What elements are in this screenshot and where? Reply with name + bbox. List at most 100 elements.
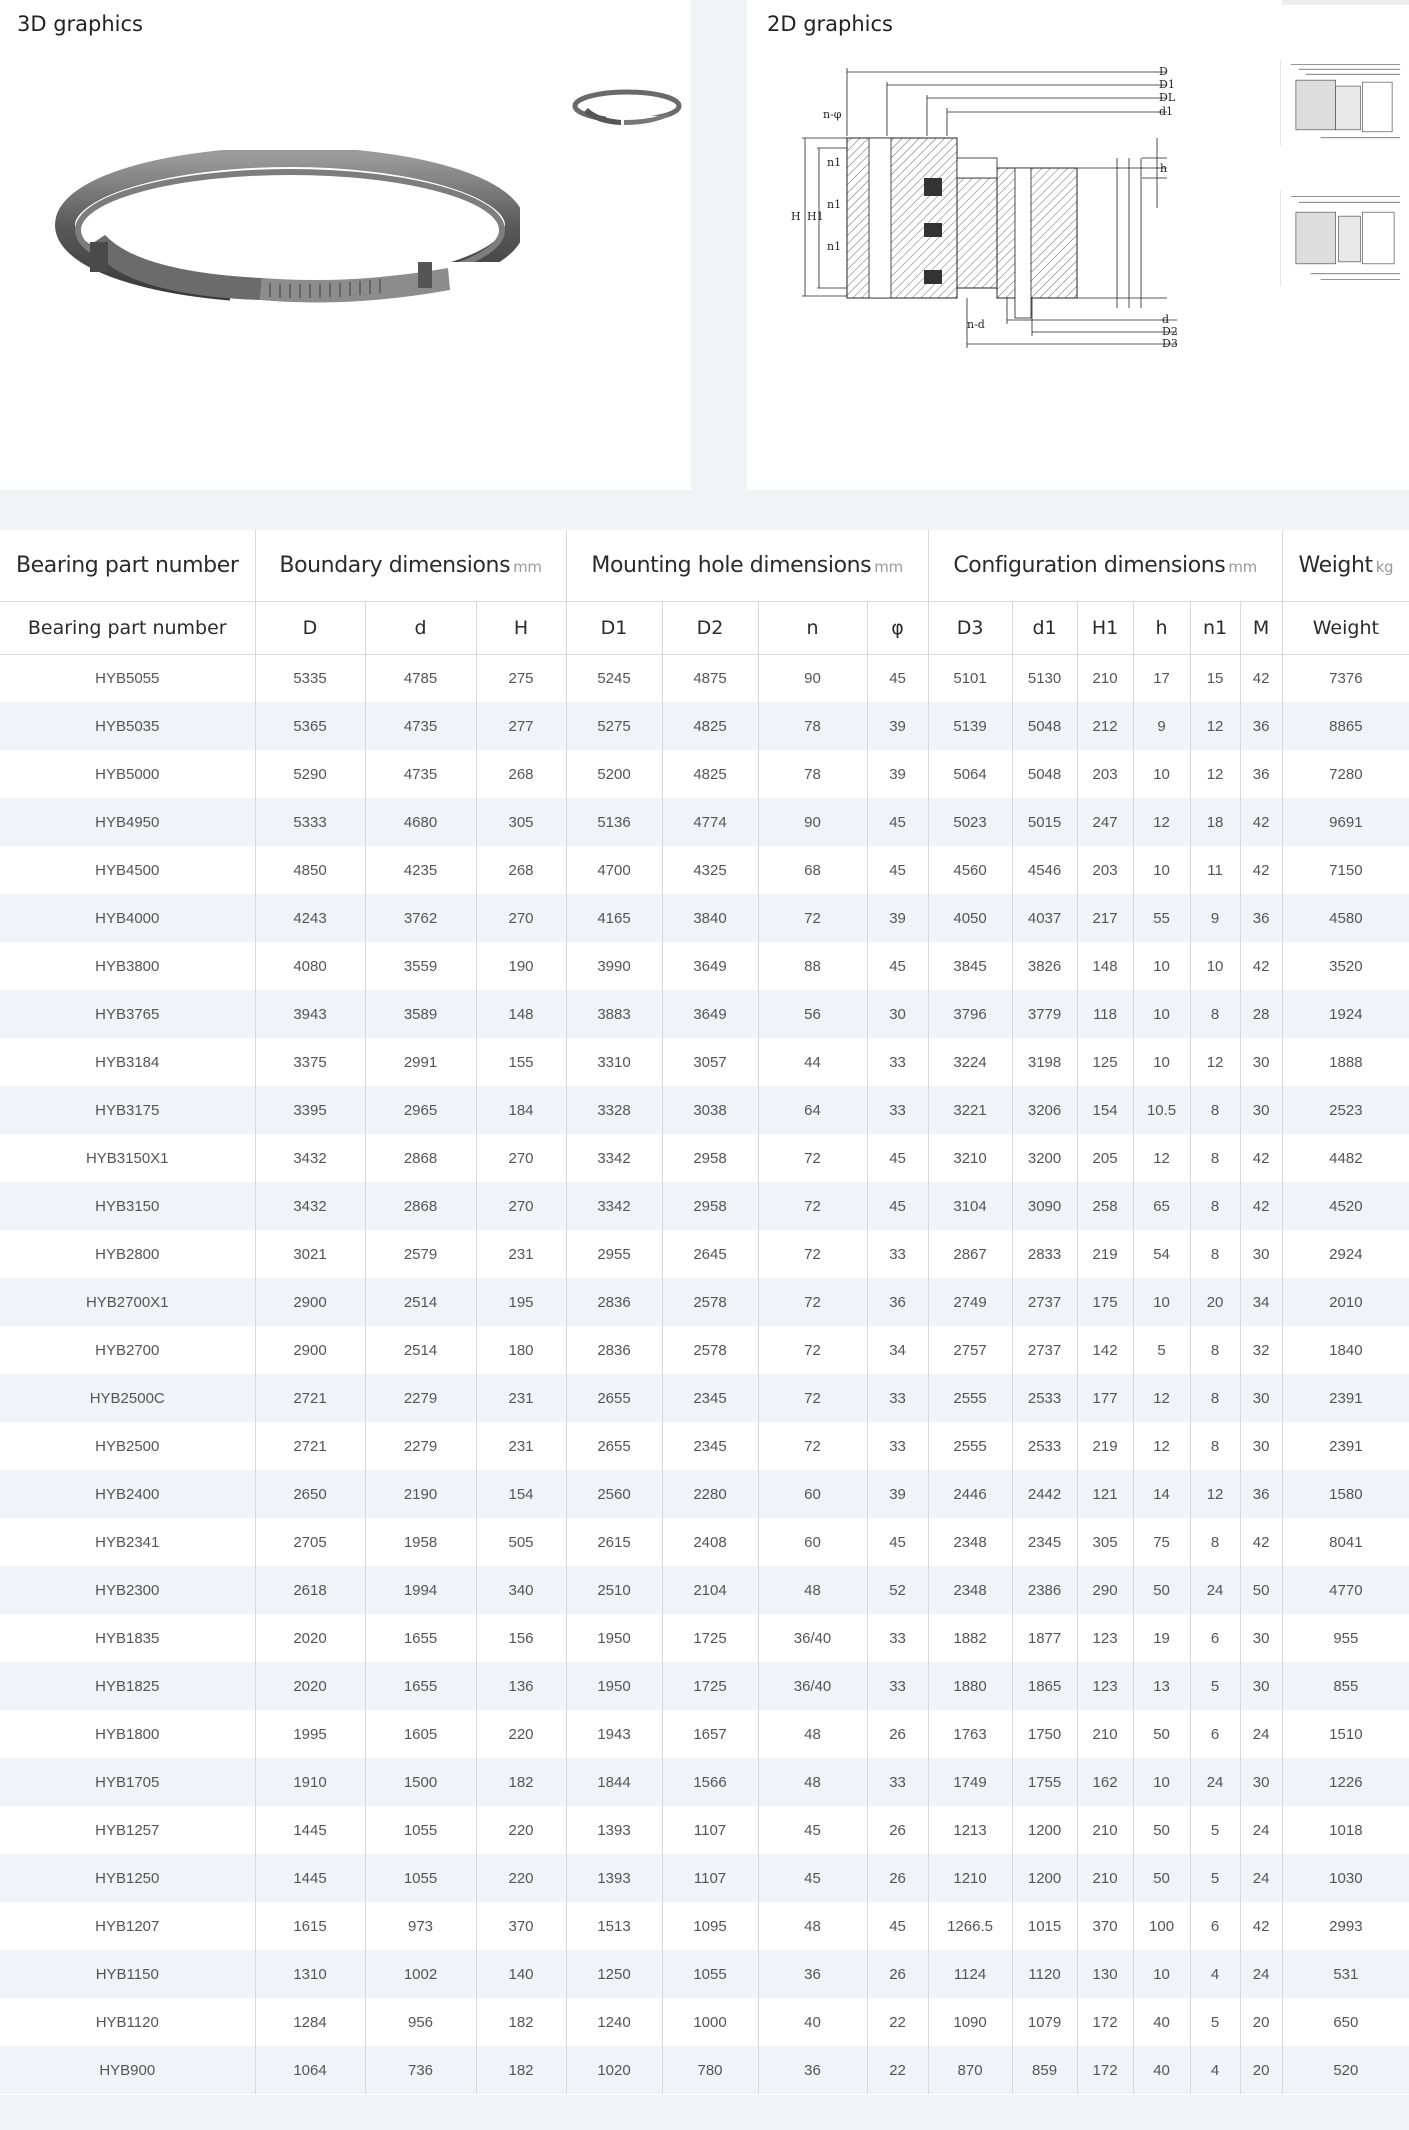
part-number-cell: HYB2500C [0, 1374, 256, 1422]
table-cell: 1240 [566, 1998, 663, 2046]
table-cell: 48 [758, 1710, 868, 1758]
table-cell: 1310 [255, 1950, 366, 1998]
table-cell: 195 [476, 1278, 567, 1326]
table-cell: 3559 [365, 942, 477, 990]
table-cell: 1725 [662, 1614, 759, 1662]
table-cell: 1877 [1012, 1614, 1078, 1662]
table-cell: 2020 [255, 1662, 366, 1710]
table-cell: 2408 [662, 1518, 759, 1566]
table-cell: 7150 [1329, 861, 1363, 879]
table-cell: 205 [1077, 1134, 1134, 1182]
table-cell: 1500 [365, 1758, 477, 1806]
table-cell: 78 [758, 702, 868, 750]
table-cell: 154 [1077, 1086, 1134, 1134]
table-cell: 118 [1077, 990, 1134, 1038]
table-cell: 182 [476, 2046, 567, 2094]
cross-section-drawing[interactable]: D D1 DL d1 n-φ n1 n1 n1 H H1 h n-d d D2 … [787, 58, 1227, 368]
table-cell: 2020 [255, 1614, 366, 1662]
drawing-thumbnail-1[interactable] [1280, 60, 1409, 146]
table-row: HYB2500C 2721 2279 231 2655 2345 72 33 2555 2533 1… [0, 1374, 1409, 1422]
table-cell: 20 [1240, 2046, 1283, 2094]
table-cell: 4165 [566, 894, 663, 942]
spec-table-container: Bearing part number Boundary dimensions m… [0, 530, 1409, 2095]
table-cell: 2386 [1012, 1566, 1078, 1614]
table-cell: 10 [1133, 1038, 1191, 1086]
table-cell: 3206 [1012, 1086, 1078, 1134]
table-cell: 1284 [255, 1998, 366, 2046]
table-cell: 10 [1133, 846, 1191, 894]
table-cell: 5 [1190, 1854, 1241, 1902]
part-number-cell: HYB5035 [0, 702, 256, 750]
label-n1-b: n1 [827, 198, 841, 211]
table-cell: 78 [758, 750, 868, 798]
slewing-ring-3d-image[interactable] [30, 150, 520, 335]
table-cell: 1995 [255, 1710, 366, 1758]
table-cell: 8 [1190, 1182, 1241, 1230]
table-cell: 3826 [1012, 942, 1078, 990]
table-row: HYB1120 1284 956 182 1240 1000 40 22 1090 1079 172… [0, 1998, 1409, 2046]
table-cell: 2345 [662, 1422, 759, 1470]
label-H: H [791, 210, 801, 223]
table-cell: 2650 [255, 1470, 366, 1518]
column-header: Bearing part number [0, 601, 256, 655]
table-cell: 2993 [1329, 1917, 1363, 1935]
table-cell: 30 [1240, 1662, 1283, 1710]
table-cell: 36 [1240, 702, 1283, 750]
table-cell: 1880 [928, 1662, 1013, 1710]
table-cell: 72 [758, 894, 868, 942]
table-cell: 40 [1133, 1998, 1191, 2046]
table-row: HYB2341 2705 1958 505 2615 2408 60 45 2348 2345 30… [0, 1518, 1409, 1566]
table-cell: 8 [1190, 990, 1241, 1038]
column-header: H1 [1077, 601, 1134, 655]
table-cell: 268 [476, 846, 567, 894]
column-header: d [365, 601, 477, 655]
table-cell: 203 [1077, 750, 1134, 798]
table-cell: 2955 [566, 1230, 663, 1278]
table-cell: 60 [758, 1518, 868, 1566]
drawing-thumbnail-2[interactable] [1280, 190, 1409, 286]
table-cell: 270 [476, 1182, 567, 1230]
table-cell: 219 [1077, 1422, 1134, 1470]
part-number-cell: HYB4000 [0, 894, 256, 942]
label-D: D [1159, 65, 1168, 78]
table-cell: 3221 [928, 1086, 1013, 1134]
table-cell: 2737 [1012, 1278, 1078, 1326]
table-cell: 2010 [1282, 1278, 1409, 1326]
table-cell: 50 [1133, 1710, 1191, 1758]
table-cell: 4774 [662, 798, 759, 846]
table-cell: 1095 [662, 1902, 759, 1950]
part-number-cell: HYB2700 [0, 1326, 256, 1374]
table-cell: 39 [867, 750, 929, 798]
table-cell: 3779 [1012, 990, 1078, 1038]
table-cell: 2924 [1329, 1245, 1363, 1263]
table-row: HYB5055 5335 4785 275 5245 4875 90 45 5101 5130 21… [0, 654, 1409, 702]
table-cell: 6 [1190, 1710, 1241, 1758]
table-cell: 2705 [255, 1518, 366, 1566]
slewing-ring-thumbnail[interactable] [566, 86, 688, 132]
table-cell: 2965 [365, 1086, 477, 1134]
table-cell: 26 [867, 1806, 929, 1854]
table-cell: 7280 [1329, 765, 1363, 783]
table-cell: 10 [1133, 750, 1191, 798]
table-cell: 956 [365, 1998, 477, 2046]
label-DL: DL [1159, 91, 1176, 104]
table-cell: 5275 [566, 702, 663, 750]
panel-3d-graphics: 3D graphics [0, 0, 691, 490]
table-cell: 30 [1240, 1374, 1283, 1422]
part-number-cell: HYB1250 [0, 1854, 256, 1902]
table-cell: 1510 [1329, 1725, 1363, 1743]
part-number-cell: HYB1257 [0, 1806, 256, 1854]
table-cell: 2721 [255, 1422, 366, 1470]
table-cell: 370 [1077, 1902, 1134, 1950]
table-cell: 12 [1190, 1470, 1241, 1518]
column-header-row: Bearing part number D d H D1 D2 n φ D3 d… [0, 601, 1409, 655]
table-cell: 4050 [928, 894, 1013, 942]
table-cell: 72 [758, 1182, 868, 1230]
column-header: d1 [1012, 601, 1078, 655]
table-cell: 4546 [1012, 846, 1078, 894]
table-cell: 290 [1077, 1566, 1134, 1614]
table-cell: 45 [758, 1806, 868, 1854]
part-number-cell: HYB1207 [0, 1902, 256, 1950]
table-cell: 32 [1240, 1326, 1283, 1374]
table-cell: 3589 [365, 990, 477, 1038]
